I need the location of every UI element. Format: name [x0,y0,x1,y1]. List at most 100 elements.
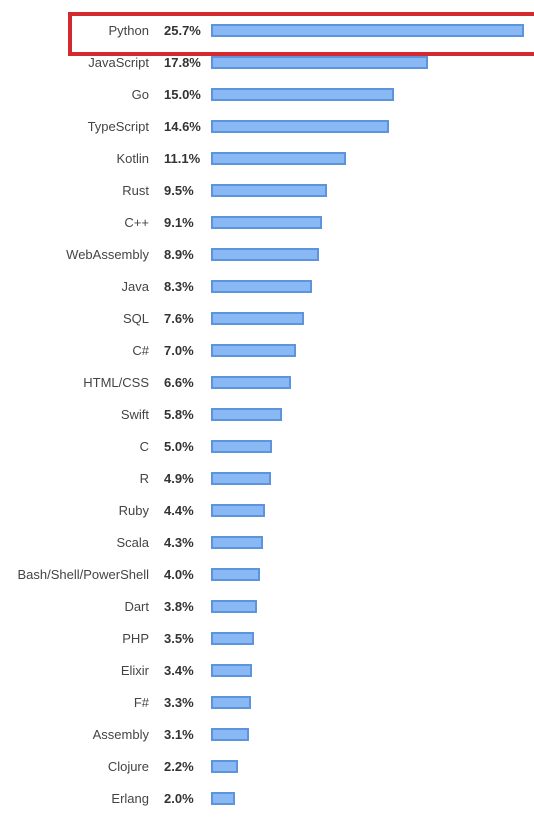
bar [211,472,271,485]
bar-row: Clojure 2.2% [0,751,534,783]
bar [211,792,235,805]
value-label: 14.6% [164,119,201,134]
bar [211,184,327,197]
bar-row: C 5.0% [0,431,534,463]
category-label: Rust [122,183,149,198]
bar [211,280,312,293]
language-popularity-chart: Python 25.7% JavaScript 17.8% Go 15.0% TypeScr… [0,0,534,820]
category-label: C++ [124,215,149,230]
category-label: F# [133,695,149,710]
value-label: 9.5% [164,183,194,198]
bar [211,536,263,549]
bar [211,120,389,133]
value-label: 6.6% [164,375,194,390]
bar-row: Elixir 3.4% [0,655,534,687]
value-label: 25.7% [164,23,201,38]
value-label: 8.9% [164,247,194,262]
bar-row: Java 8.3% [0,271,534,303]
bar-row: Rust 9.5% [0,175,534,207]
category-label: Bash/Shell/PowerShell [17,567,149,582]
bar-row: Kotlin 11.1% [0,143,534,175]
category-label: Dart [124,599,149,614]
value-label: 15.0% [164,87,201,102]
bar-row: Bash/Shell/PowerShell 4.0% [0,559,534,591]
bar-row: Dart 3.8% [0,591,534,623]
bar-row: TypeScript 14.6% [0,111,534,143]
bar [211,440,272,453]
category-label: WebAssembly [66,247,149,262]
category-label: HTML/CSS [83,375,149,390]
bar [211,344,296,357]
bar [211,632,254,645]
bar [211,696,251,709]
bar [211,24,524,37]
value-label: 5.8% [164,407,194,422]
category-label: Go [131,87,149,102]
value-label: 4.3% [164,535,194,550]
category-label: Assembly [92,727,149,742]
bar-row: SQL 7.6% [0,303,534,335]
value-label: 3.1% [164,727,194,742]
bar [211,408,282,421]
value-label: 4.4% [164,503,194,518]
value-label: 9.1% [164,215,194,230]
category-label: Python [108,23,149,38]
value-label: 7.0% [164,343,194,358]
value-label: 3.5% [164,631,194,646]
value-label: 4.9% [164,471,194,486]
bar-row: R 4.9% [0,463,534,495]
bar [211,216,322,229]
category-label: Kotlin [116,151,149,166]
category-label: Clojure [107,759,149,774]
category-label: SQL [122,311,149,326]
bar-row: F# 3.3% [0,687,534,719]
category-label: C# [132,343,149,358]
bar [211,504,265,517]
bar [211,376,291,389]
bar-row: Swift 5.8% [0,399,534,431]
bar [211,728,249,741]
value-label: 8.3% [164,279,194,294]
bar-row: C++ 9.1% [0,207,534,239]
value-label: 5.0% [164,439,194,454]
bar-row: Scala 4.3% [0,527,534,559]
bar-row: WebAssembly 8.9% [0,239,534,271]
value-label: 3.3% [164,695,194,710]
value-label: 3.8% [164,599,194,614]
bar [211,312,304,325]
category-label: Scala [116,535,149,550]
bar [211,152,346,165]
bar [211,88,394,101]
bar-row: Assembly 3.1% [0,719,534,751]
bar [211,664,252,677]
category-label: Java [121,279,149,294]
bar-row: Erlang 2.0% [0,783,534,815]
bar-row: Go 15.0% [0,79,534,111]
category-label: Erlang [111,791,149,806]
value-label: 4.0% [164,567,194,582]
category-label: Swift [120,407,149,422]
bar [211,760,238,773]
value-label: 2.2% [164,759,194,774]
bar-row: PHP 3.5% [0,623,534,655]
category-label: Elixir [120,663,149,678]
bar [211,56,428,69]
bar-row: C# 7.0% [0,335,534,367]
bar-row: HTML/CSS 6.6% [0,367,534,399]
bar-row: Python 25.7% [0,15,534,47]
bar-row: Ruby 4.4% [0,495,534,527]
value-label: 2.0% [164,791,194,806]
bar [211,600,257,613]
bar [211,248,319,261]
value-label: 11.1% [164,151,201,166]
category-label: JavaScript [88,55,149,70]
value-label: 3.4% [164,663,194,678]
value-label: 7.6% [164,311,194,326]
category-label: Ruby [118,503,149,518]
category-label: R [139,471,149,486]
category-label: C [139,439,149,454]
category-label: PHP [122,631,149,646]
category-label: TypeScript [87,119,149,134]
bar-row: JavaScript 17.8% [0,47,534,79]
bar [211,568,260,581]
